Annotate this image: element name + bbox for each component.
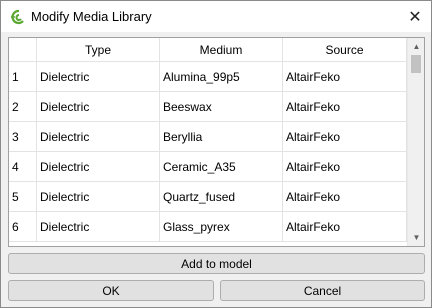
media-table: Type Medium Source 1 Dielectric Alumina_… [8, 37, 425, 247]
column-header-source[interactable]: Source [283, 38, 407, 62]
add-to-model-button[interactable]: Add to model [8, 253, 425, 274]
cell-source[interactable]: AltairFeko [283, 62, 407, 92]
table-row[interactable]: 3 Dielectric Beryllia AltairFeko [9, 122, 407, 152]
cell-medium[interactable]: Glass_pyrex [160, 212, 283, 242]
table-row[interactable]: 6 Dielectric Glass_pyrex AltairFeko [9, 212, 407, 242]
cell-medium[interactable]: Beeswax [160, 92, 283, 122]
row-number[interactable]: 2 [9, 92, 37, 122]
table-header: Type Medium Source [9, 38, 407, 62]
scroll-thumb[interactable] [411, 55, 421, 73]
table-row[interactable]: 2 Dielectric Beeswax AltairFeko [9, 92, 407, 122]
cell-type[interactable]: Dielectric [37, 92, 160, 122]
cell-type[interactable]: Dielectric [37, 212, 160, 242]
cell-medium[interactable]: Quartz_fused [160, 182, 283, 212]
cell-medium[interactable]: Alumina_99p5 [160, 62, 283, 92]
cell-type[interactable]: Dielectric [37, 152, 160, 182]
header-corner[interactable] [9, 38, 37, 62]
row-number[interactable]: 6 [9, 212, 37, 242]
scroll-down-arrow-icon[interactable]: ▼ [408, 229, 424, 246]
cell-medium[interactable]: Beryllia [160, 122, 283, 152]
cell-medium[interactable]: Ceramic_A35 [160, 152, 283, 182]
close-icon[interactable]: ✕ [399, 1, 431, 32]
row-number[interactable]: 4 [9, 152, 37, 182]
scroll-up-arrow-icon[interactable]: ▲ [408, 38, 424, 55]
row-number[interactable]: 1 [9, 62, 37, 92]
cell-source[interactable]: AltairFeko [283, 92, 407, 122]
table-body: 1 Dielectric Alumina_99p5 AltairFeko 2 D… [9, 62, 407, 242]
row-number[interactable]: 3 [9, 122, 37, 152]
cell-source[interactable]: AltairFeko [283, 122, 407, 152]
ok-button[interactable]: OK [8, 280, 214, 301]
table-row[interactable]: 1 Dielectric Alumina_99p5 AltairFeko [9, 62, 407, 92]
cell-source[interactable]: AltairFeko [283, 182, 407, 212]
cancel-button[interactable]: Cancel [220, 280, 425, 301]
vertical-scrollbar[interactable]: ▲ ▼ [407, 38, 424, 246]
cell-type[interactable]: Dielectric [37, 122, 160, 152]
table-row[interactable]: 4 Dielectric Ceramic_A35 AltairFeko [9, 152, 407, 182]
altair-feko-icon [10, 9, 26, 25]
column-header-type[interactable]: Type [37, 38, 160, 62]
cell-type[interactable]: Dielectric [37, 182, 160, 212]
title-bar: Modify Media Library ✕ [1, 1, 431, 32]
cell-source[interactable]: AltairFeko [283, 152, 407, 182]
modify-media-library-dialog: Modify Media Library ✕ Type Medium Sourc… [0, 0, 432, 308]
column-header-medium[interactable]: Medium [160, 38, 283, 62]
window-title: Modify Media Library [31, 9, 152, 24]
cell-type[interactable]: Dielectric [37, 62, 160, 92]
table-row[interactable]: 5 Dielectric Quartz_fused AltairFeko [9, 182, 407, 212]
row-number[interactable]: 5 [9, 182, 37, 212]
cell-source[interactable]: AltairFeko [283, 212, 407, 242]
